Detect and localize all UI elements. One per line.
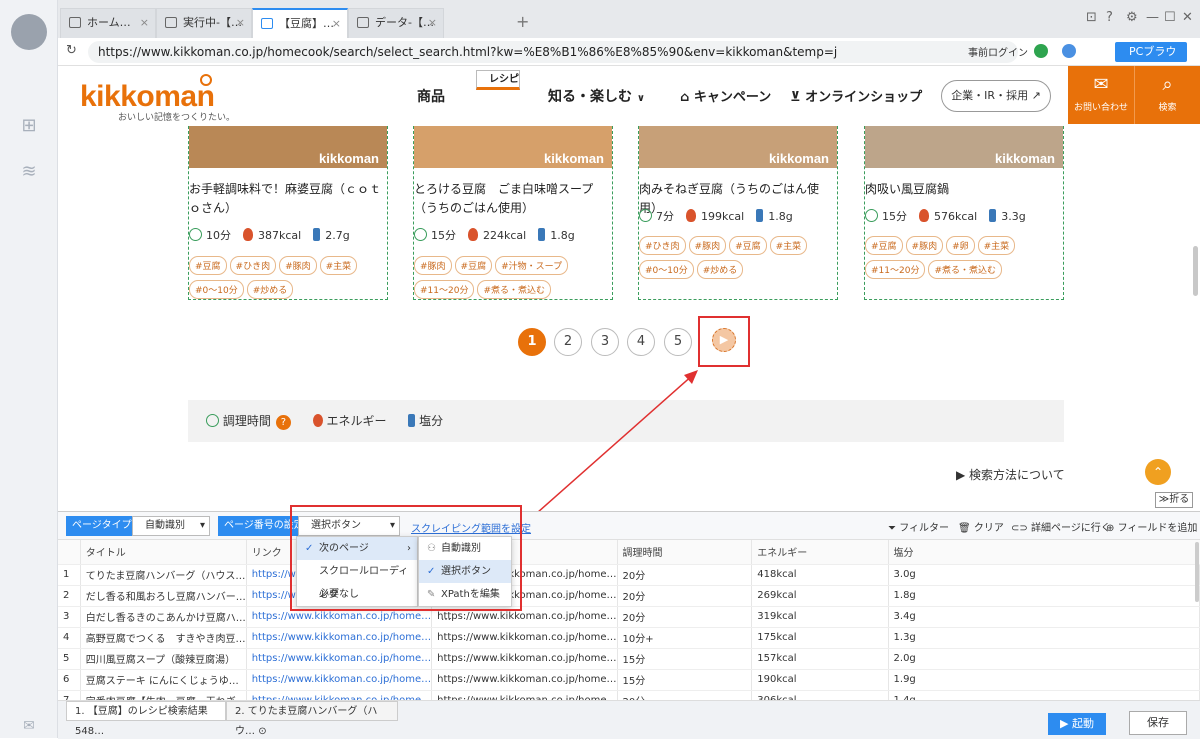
col-time[interactable]: 調理時間 xyxy=(617,540,753,565)
table-row[interactable]: 2 だし香る和風おろし豆腐ハンバー… https://www.kikkoman.co… xyxy=(58,585,1200,607)
page-type-label: ページタイプ xyxy=(66,516,138,536)
result-tab-1[interactable]: 1. 【豆腐】のレシピ検索結果548… xyxy=(66,701,226,737)
chevron-down-icon: ▾ xyxy=(199,520,205,531)
extraction-panel: ページタイプ 自動識別 ▾ ページ番号の設定 選択ボタン ▾ スクレイピング範囲… xyxy=(58,505,1200,739)
filter-button[interactable]: ⏷ フィルター xyxy=(888,519,949,534)
add-field-button[interactable]: ⊕ フィールドを追加 xyxy=(1106,519,1197,534)
table-header: タイトル リンク 調理時間 エネルギー 塩分 xyxy=(58,540,1200,565)
panel-toolbar: ページタイプ 自動識別 ▾ ページ番号の設定 選択ボタン ▾ スクレイピング範囲… xyxy=(58,512,1200,540)
go-detail-button[interactable]: ⊂⊃ 詳細ページに行く xyxy=(1011,519,1111,534)
col-index xyxy=(58,540,81,565)
play-icon: ▶ xyxy=(1060,717,1069,730)
highlight-box xyxy=(290,505,522,611)
table-row[interactable]: 6 豆腐ステーキ にんにくじょうゆ… https://www.kikkoman.co… xyxy=(58,669,1200,691)
table-scrollbar[interactable] xyxy=(1195,542,1199,602)
save-button[interactable]: 保存 xyxy=(1129,711,1187,735)
plus-icon: ⊕ xyxy=(1106,523,1115,534)
table-row[interactable]: 5 四川風豆腐スープ（酸辣豆腐湯） https://www.kikkoman.co.… xyxy=(58,648,1200,670)
run-button[interactable]: ▶ 起動 xyxy=(1048,713,1106,735)
panel-footer: 1. 【豆腐】のレシピ検索結果548… 2. てりたま豆腐ハンバーグ（ハウ… ⊙… xyxy=(58,700,1200,739)
clear-button[interactable]: 🗑 クリア xyxy=(958,519,1004,534)
link-icon: ⊂⊃ xyxy=(1011,523,1028,534)
close-icon[interactable]: ⊙ xyxy=(258,726,266,737)
data-table: タイトル リンク 調理時間 エネルギー 塩分 1 てりたま豆腐ハンバーグ（ハウス…… xyxy=(58,540,1200,712)
table-row[interactable]: 3 白だし香るきのこあんかけ豆腐ハ… https://www.kikkoman.co… xyxy=(58,606,1200,628)
page-type-select[interactable]: 自動識別 ▾ xyxy=(132,516,210,536)
result-tab-2[interactable]: 2. てりたま豆腐ハンバーグ（ハウ… ⊙ xyxy=(226,701,398,737)
col-salt[interactable]: 塩分 xyxy=(888,540,1200,565)
filter-icon: ⏷ xyxy=(888,523,896,534)
col-title[interactable]: タイトル xyxy=(80,540,247,565)
table-row[interactable]: 1 てりたま豆腐ハンバーグ（ハウス… https://www.kikkoman.co… xyxy=(58,564,1200,586)
trash-icon: 🗑 xyxy=(958,523,971,534)
col-energy[interactable]: エネルギー xyxy=(751,540,889,565)
table-row[interactable]: 4 高野豆腐でつくる すきやき肉豆… https://www.kikkoman.co… xyxy=(58,627,1200,649)
